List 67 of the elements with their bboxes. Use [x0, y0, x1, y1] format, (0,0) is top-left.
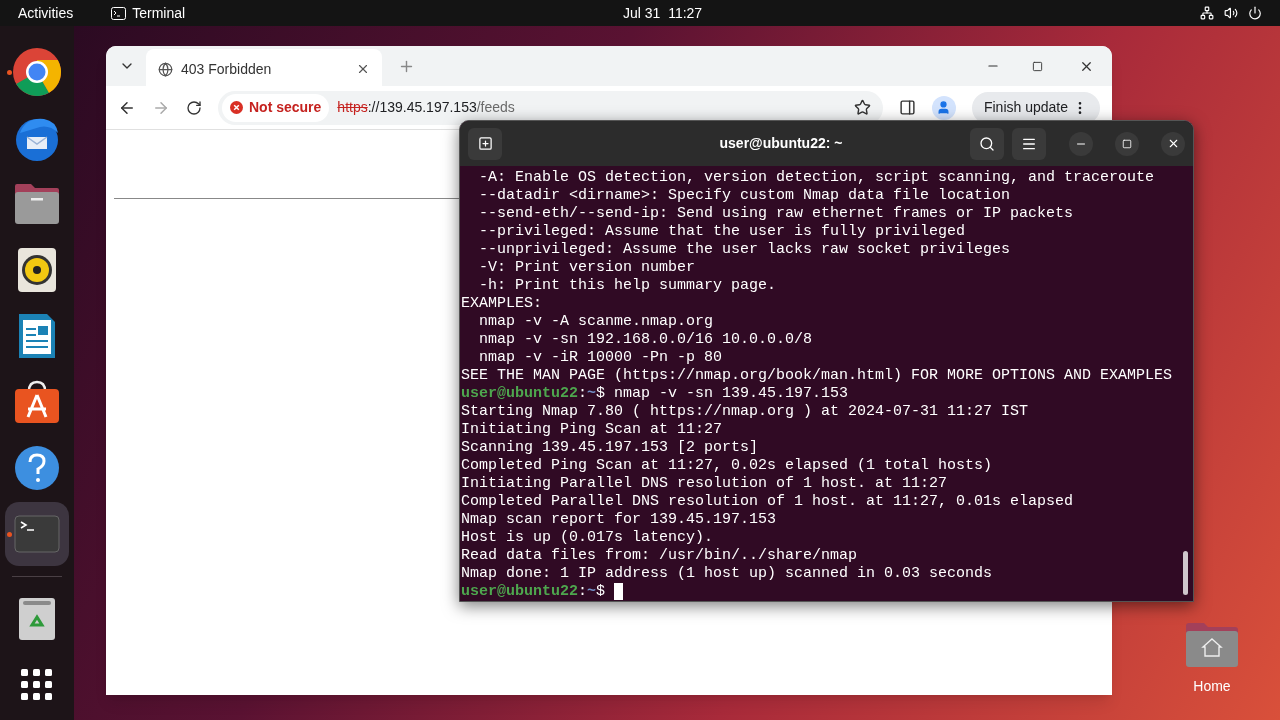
- terminal-line: user@ubuntu22:~$: [461, 583, 1193, 601]
- terminal-line: nmap -v -sn 192.168.0.0/16 10.0.0.0/8: [478, 331, 814, 349]
- folder-icon: [13, 182, 61, 226]
- terminal-line: nmap -v -iR 10000 -Pn -p 80: [478, 349, 724, 367]
- terminal-line: Completed Ping Scan at 11:27, 0.02s elapsed (1 total hosts): [461, 457, 994, 475]
- activities-button[interactable]: Activities: [18, 2, 74, 24]
- terminal-line: user@ubuntu22:~$ nmap -v -sn 139.45.197.153: [461, 385, 850, 403]
- terminal-line: Nmap scan report for 139.45.197.153: [461, 511, 778, 529]
- terminal-line: --send-eth/--send-ip: Send using raw ethernet frames or IP packets: [478, 205, 1075, 223]
- terminal-line: --datadir <dirname>: Specify custom Nmap data file location: [478, 187, 1012, 205]
- terminal-line: -A: Enable OS detection, version detection, script scanning, and traceroute: [478, 169, 1156, 187]
- terminal-line: Completed Parallel DNS resolution of 1 host. at 11:27, 0.01s elapsed: [461, 493, 1075, 511]
- star-icon[interactable]: [853, 99, 871, 116]
- globe-icon: [158, 61, 173, 77]
- desktop-icon-label[interactable]: Home: [1193, 676, 1231, 697]
- maximize-icon: [1122, 138, 1132, 149]
- terminal-icon: [111, 6, 127, 20]
- tab-title: 403 Forbidden: [181, 59, 273, 79]
- terminal-line: Scanning 139.45.197.153 [2 ports]: [461, 439, 760, 457]
- profile-avatar[interactable]: [931, 95, 956, 120]
- error-icon: [230, 101, 243, 114]
- terminal-line: nmap -v -A scanme.nmap.org: [478, 313, 715, 331]
- reload-icon[interactable]: [186, 99, 202, 116]
- window-title: user@ubuntu22: ~: [718, 134, 844, 153]
- speaker-icon: [17, 247, 57, 293]
- help-icon: [14, 445, 60, 491]
- terminal-icon: [14, 515, 60, 553]
- terminal-line: SEE THE MAN PAGE (https://nmap.org/book/man.html) FOR MORE OPTIONS AND EXAMPLES: [461, 367, 1174, 385]
- scrollbar[interactable]: [1183, 551, 1188, 595]
- network-icon[interactable]: [1200, 6, 1214, 20]
- close-icon[interactable]: [356, 62, 370, 76]
- home-folder-icon[interactable]: [1184, 622, 1240, 668]
- search-button[interactable]: [970, 127, 1004, 160]
- browser-tab[interactable]: 403 Forbidden: [146, 49, 382, 89]
- search-icon: [979, 135, 995, 152]
- terminal-line: --unprivileged: Assume the user lacks raw socket privileges: [478, 241, 1012, 259]
- close-button[interactable]: [1161, 131, 1185, 156]
- terminal-line: -V: Print version number: [478, 259, 697, 277]
- minimize-button[interactable]: [1069, 131, 1093, 156]
- app-menu-label[interactable]: Terminal: [132, 2, 186, 24]
- terminal-line: Initiating Parallel DNS resolution of 1 host. at 11:27: [461, 475, 949, 493]
- new-tab-button[interactable]: [468, 127, 502, 160]
- document-icon: [17, 312, 57, 360]
- terminal-line: EXAMPLES:: [461, 295, 543, 313]
- volume-icon[interactable]: [1224, 6, 1238, 20]
- clock[interactable]: Jul 31 11:27: [623, 2, 703, 24]
- address-bar[interactable]: Not secure https://139.45.197.153/feeds: [218, 90, 883, 125]
- security-chip[interactable]: Not secure: [222, 93, 330, 122]
- trash-icon: [18, 597, 56, 641]
- url-text: https://139.45.197.153/feeds: [337, 98, 516, 117]
- terminal-line: --privileged: Assume that the user is fully privileged: [478, 223, 967, 241]
- app-grid-icon: [21, 669, 53, 701]
- terminal-line: -h: Print this help summary page.: [478, 277, 778, 295]
- maximize-button[interactable]: [1115, 131, 1139, 156]
- shopping-bag-icon: [14, 379, 60, 425]
- side-panel-icon[interactable]: [898, 99, 916, 116]
- maximize-icon[interactable]: [1032, 60, 1043, 72]
- add-tab-icon: [477, 136, 493, 151]
- browser-icon: [12, 47, 62, 97]
- terminal-line: Nmap done: 1 IP address (1 host up) scanned in 0.03 seconds: [461, 565, 994, 583]
- terminal-line: Starting Nmap 7.80 ( https://nmap.org ) at 2024-07-31 11:27 IST: [461, 403, 1030, 421]
- person-icon: [936, 100, 952, 115]
- power-icon[interactable]: [1248, 6, 1262, 20]
- terminal-line: Initiating Ping Scan at 11:27: [461, 421, 724, 439]
- terminal-line: Read data files from: /usr/bin/../share/nmap: [461, 547, 859, 565]
- menu-button[interactable]: [1012, 127, 1046, 160]
- terminal-line: Host is up (0.017s latency).: [461, 529, 715, 547]
